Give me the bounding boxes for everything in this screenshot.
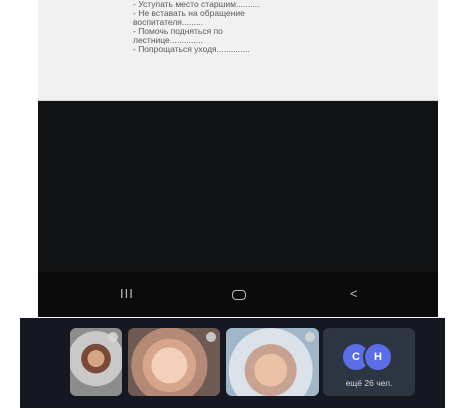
shared-document: - Уступать место старшим.......... - Не … [38, 0, 438, 101]
back-icon[interactable]: < [350, 286, 358, 301]
more-participants-label: ещё 26 чел. [345, 378, 393, 388]
participant-avatar: H [363, 342, 393, 372]
participant-status-icon [305, 332, 315, 342]
document-line: - Попрощаться уходя.............. [133, 45, 250, 54]
more-participants-tile[interactable]: C H ещё 26 чел. [323, 328, 415, 396]
document-text: - Уступать место старшим.......... - Не … [133, 0, 393, 54]
document-line: - Не вставать на обращение [133, 9, 245, 18]
participants-tray: C H ещё 26 чел. [20, 318, 445, 408]
document-line: воспитателя......... [133, 18, 204, 27]
participant-video-tile[interactable] [226, 328, 319, 396]
participant-video-tile[interactable] [128, 328, 220, 396]
android-navigation-bar: III < [38, 272, 438, 317]
document-line: лестнице.............. [133, 36, 203, 45]
shared-screen-empty-area [38, 101, 438, 271]
participant-status-icon [206, 332, 216, 342]
participant-video-tile[interactable] [70, 328, 122, 396]
recent-apps-icon[interactable]: III [120, 286, 134, 301]
home-icon[interactable] [232, 290, 246, 300]
document-line: - Помочь подняться по [133, 27, 223, 36]
document-line: - Уступать место старшим.......... [133, 0, 260, 9]
participant-status-icon [108, 332, 118, 342]
